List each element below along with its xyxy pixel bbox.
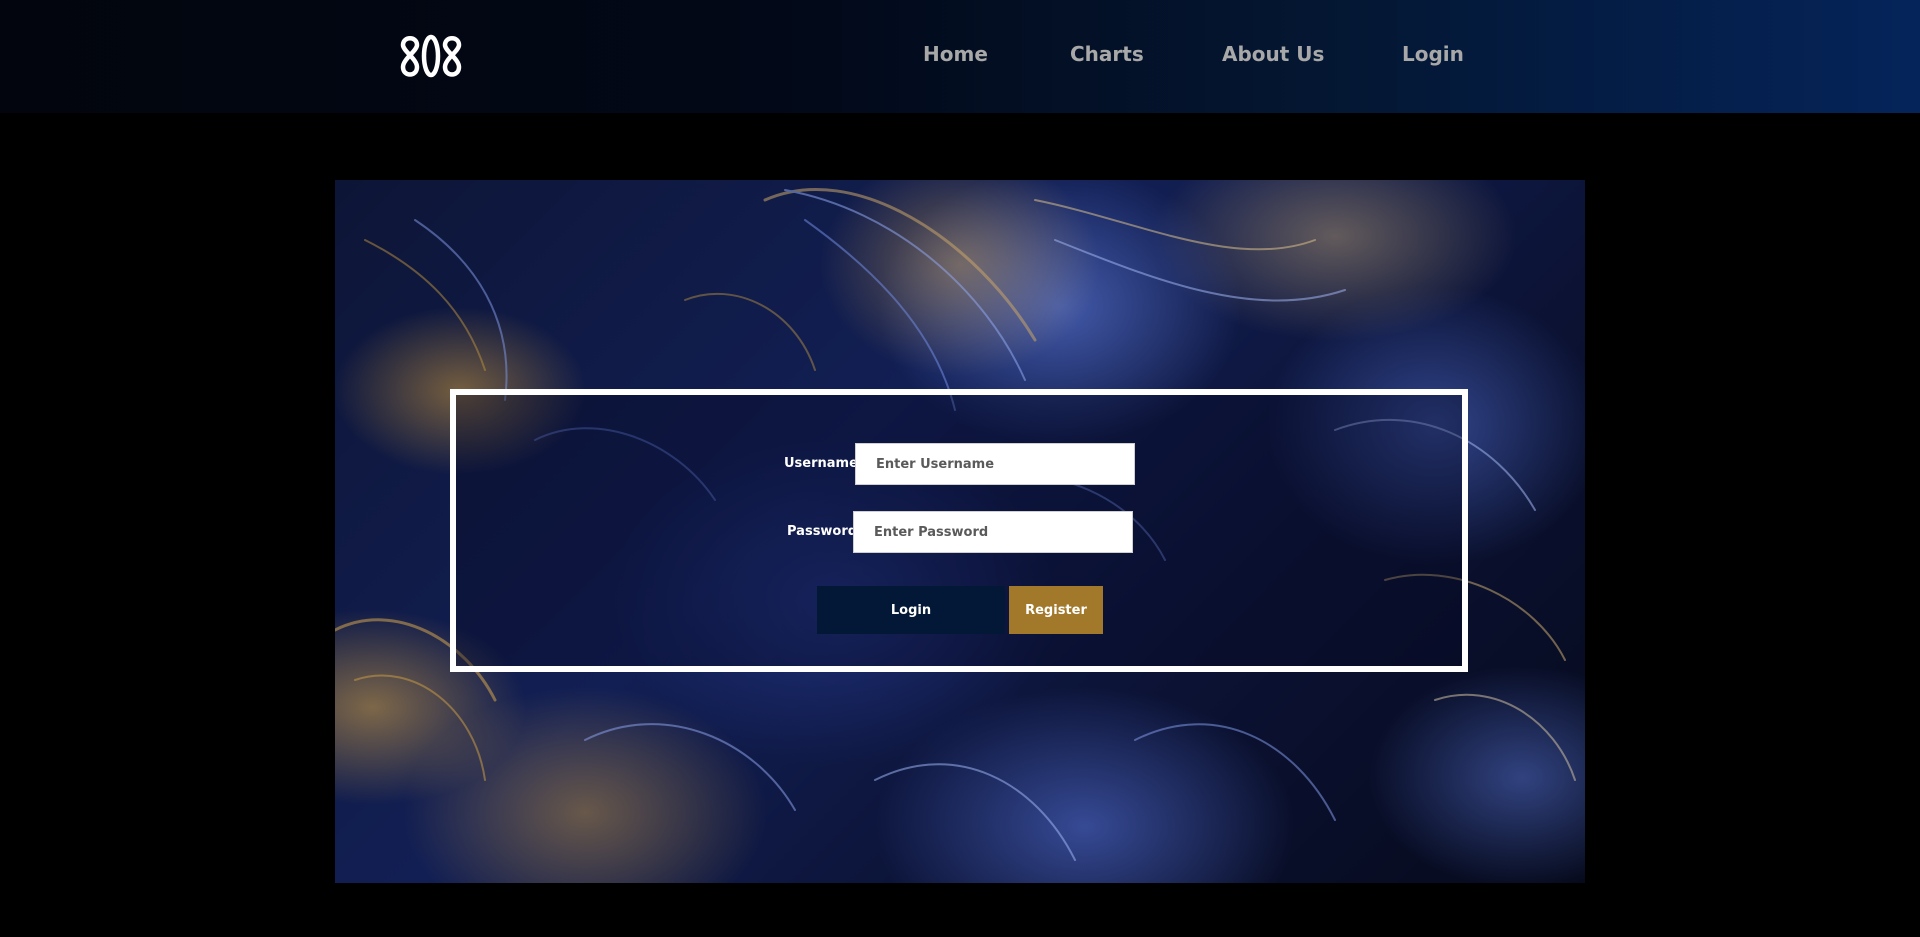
nav-charts-link[interactable]: Charts xyxy=(1070,40,1144,68)
register-button[interactable]: Register xyxy=(1009,586,1103,634)
main-nav: Home Charts About Us Login xyxy=(0,40,1920,70)
login-button[interactable]: Login xyxy=(817,586,1005,634)
password-label: Password xyxy=(787,524,858,539)
nav-login-link[interactable]: Login xyxy=(1402,40,1464,68)
username-input[interactable] xyxy=(855,443,1135,485)
site-header: Home Charts About Us Login xyxy=(0,0,1920,113)
nav-home-link[interactable]: Home xyxy=(923,40,988,68)
password-input[interactable] xyxy=(853,511,1133,553)
username-label: Username xyxy=(784,456,858,471)
nav-about-us-link[interactable]: About Us xyxy=(1222,40,1324,68)
